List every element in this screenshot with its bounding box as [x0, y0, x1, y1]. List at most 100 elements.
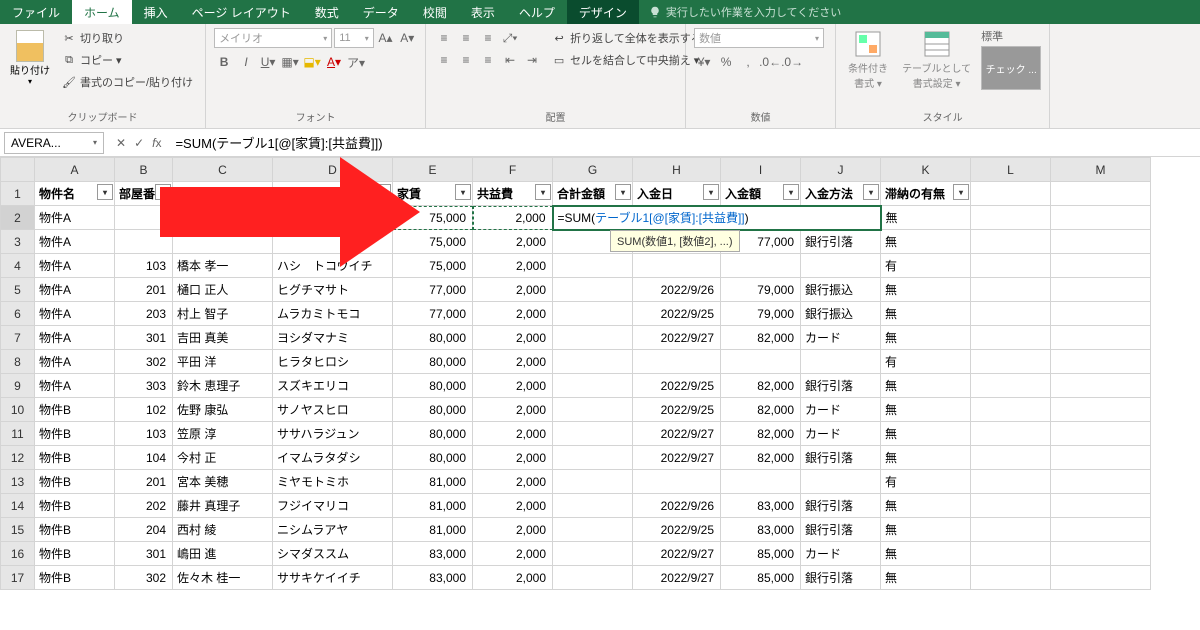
cell[interactable]: 鈴木 恵理子 [173, 374, 273, 398]
cell[interactable]: 2,000 [473, 566, 553, 590]
cell[interactable]: 無 [881, 518, 971, 542]
cell[interactable]: 2,000 [473, 350, 553, 374]
select-all-corner[interactable] [1, 158, 35, 182]
name-box[interactable]: AVERA...▾ [4, 132, 104, 154]
filter-dropdown-icon[interactable]: ▾ [703, 184, 719, 200]
cell[interactable]: サノヤスヒロ [273, 398, 393, 422]
cell[interactable]: 103 [115, 422, 173, 446]
cell[interactable]: ムラカミトモコ [273, 302, 393, 326]
cell[interactable]: 銀行引落 [801, 566, 881, 590]
align-center-button[interactable]: ≡ [456, 50, 476, 70]
table-header[interactable]: 滞納の有無▾ [881, 182, 971, 206]
cell[interactable]: 81,000 [393, 470, 473, 494]
cell[interactable]: 82,000 [721, 422, 801, 446]
cell[interactable]: 80,000 [393, 446, 473, 470]
filter-dropdown-icon[interactable]: ▾ [953, 184, 969, 200]
cell[interactable] [1051, 518, 1151, 542]
cell[interactable]: 物件A [35, 278, 115, 302]
cell[interactable] [801, 254, 881, 278]
cell[interactable]: 82,000 [721, 374, 801, 398]
col-header-K[interactable]: K [881, 158, 971, 182]
cell[interactable]: 80,000 [393, 350, 473, 374]
cell[interactable]: 2022/9/27 [633, 446, 721, 470]
table-header[interactable]: 物件名▾ [35, 182, 115, 206]
conditional-format-button[interactable]: 条件付き 書式 ▾ [844, 28, 892, 92]
cell[interactable]: 樋口 正人 [173, 278, 273, 302]
cell[interactable] [1051, 230, 1151, 254]
table-header[interactable]: 入金額▾ [721, 182, 801, 206]
cell[interactable]: 銀行引落 [801, 374, 881, 398]
cell[interactable]: 2,000 [473, 254, 553, 278]
cell[interactable]: ヒラタヒロシ [273, 350, 393, 374]
cell[interactable]: 銀行振込 [801, 278, 881, 302]
tell-me-search[interactable]: 実行したい作業を入力してください [639, 0, 851, 24]
comma-button[interactable]: , [738, 52, 758, 72]
fx-button[interactable]: fx [152, 136, 161, 150]
cell[interactable]: 2,000 [473, 278, 553, 302]
row-header-16[interactable]: 16 [1, 542, 35, 566]
cell[interactable]: 2,000 [473, 398, 553, 422]
cell[interactable]: 物件B [35, 518, 115, 542]
align-bottom-button[interactable]: ≡ [478, 28, 498, 48]
table-header[interactable]: 共益費▾ [473, 182, 553, 206]
cell[interactable]: 79,000 [721, 302, 801, 326]
cell[interactable] [971, 374, 1051, 398]
cell[interactable]: 202 [115, 494, 173, 518]
cell[interactable] [971, 446, 1051, 470]
decrease-font-button[interactable]: A▾ [397, 28, 417, 48]
cell[interactable]: 村上 智子 [173, 302, 273, 326]
align-right-button[interactable]: ≡ [478, 50, 498, 70]
format-as-table-button[interactable]: テーブルとして 書式設定 ▾ [898, 28, 975, 92]
cell[interactable] [971, 470, 1051, 494]
filter-dropdown-icon[interactable]: ▾ [455, 184, 471, 200]
row-header-10[interactable]: 10 [1, 398, 35, 422]
cell[interactable] [553, 398, 633, 422]
cell[interactable] [971, 302, 1051, 326]
cell[interactable]: 2022/9/26 [633, 494, 721, 518]
cell[interactable] [721, 350, 801, 374]
cell[interactable]: 物件A [35, 374, 115, 398]
cell[interactable]: ミヤモトミホ [273, 470, 393, 494]
cell[interactable] [1051, 278, 1151, 302]
cell[interactable]: 203 [115, 302, 173, 326]
cell[interactable]: 笠原 淳 [173, 422, 273, 446]
cell[interactable] [971, 182, 1051, 206]
cell[interactable]: カード [801, 398, 881, 422]
cell[interactable]: 無 [881, 278, 971, 302]
cell[interactable]: 2022/9/25 [633, 398, 721, 422]
format-painter-button[interactable]: 🖌書式のコピー/貼り付け [58, 72, 197, 92]
cell[interactable]: 佐野 康弘 [173, 398, 273, 422]
cell[interactable] [801, 470, 881, 494]
cell[interactable]: 2022/9/25 [633, 374, 721, 398]
filter-dropdown-icon[interactable]: ▾ [535, 184, 551, 200]
cell[interactable]: 83,000 [721, 518, 801, 542]
cell[interactable]: 物件B [35, 542, 115, 566]
cell[interactable]: 物件B [35, 398, 115, 422]
cell[interactable]: 82,000 [721, 446, 801, 470]
cell[interactable]: 宮本 美穂 [173, 470, 273, 494]
row-header-11[interactable]: 11 [1, 422, 35, 446]
row-header-8[interactable]: 8 [1, 350, 35, 374]
cell[interactable]: 80,000 [393, 374, 473, 398]
cell[interactable]: スズキエリコ [273, 374, 393, 398]
cell[interactable]: ヨシダマナミ [273, 326, 393, 350]
cell[interactable]: 83,000 [393, 542, 473, 566]
cell[interactable] [553, 494, 633, 518]
cell[interactable] [633, 470, 721, 494]
cell[interactable]: 物件B [35, 566, 115, 590]
percent-button[interactable]: % [716, 52, 736, 72]
cell[interactable]: 2022/9/26 [633, 278, 721, 302]
cell[interactable]: 物件A [35, 302, 115, 326]
formula-input[interactable]: =SUM(テーブル1[@[家賃]:[共益費]]) [169, 131, 1200, 154]
paste-button[interactable]: 貼り付け ▾ [8, 28, 52, 92]
cell[interactable]: ササハラジュン [273, 422, 393, 446]
cell[interactable]: 物件B [35, 470, 115, 494]
cell[interactable]: 301 [115, 326, 173, 350]
table-header[interactable]: 合計金額▾ [553, 182, 633, 206]
number-format-select[interactable]: 数値▾ [694, 28, 824, 48]
active-cell-editing[interactable]: =SUM(テーブル1[@[家賃]:[共益費]]) [553, 206, 881, 230]
cell[interactable]: 2,000 [473, 542, 553, 566]
cell[interactable]: ササキケイイチ [273, 566, 393, 590]
cell[interactable]: 80,000 [393, 398, 473, 422]
cell[interactable]: 2022/9/27 [633, 542, 721, 566]
